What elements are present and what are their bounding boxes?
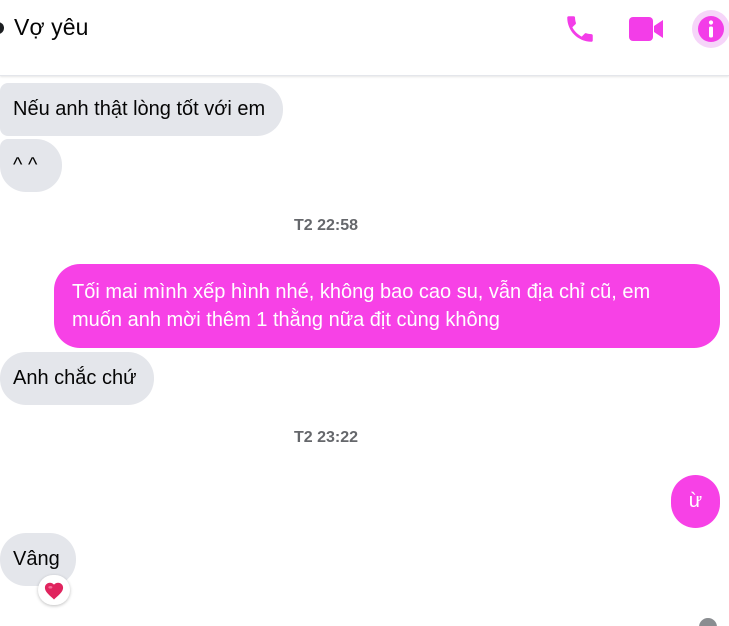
info-icon [698,16,724,42]
message-timestamp: T2 22:58 [293,217,359,234]
incoming-message[interactable]: Anh chắc chứ [0,352,155,405]
voice-call-button[interactable] [561,10,599,48]
contact-name[interactable]: Vợ yêu [14,14,89,41]
video-call-icon [629,17,663,41]
conversation-info-button[interactable] [692,10,729,48]
chat-header: Vợ yêu [0,0,729,76]
heart-icon [44,582,64,600]
incoming-message[interactable]: ^ ^ [0,139,62,192]
outgoing-message[interactable]: ừ [671,475,720,528]
seen-avatar [697,616,719,626]
video-call-button[interactable] [627,10,665,48]
message-timestamp: T2 23:22 [293,429,359,446]
outgoing-message[interactable]: Tối mai mình xếp hình nhé, không bao cao… [54,264,720,348]
phone-icon [567,16,593,42]
message-reaction[interactable] [38,575,70,605]
contact-avatar-edge[interactable] [0,22,4,34]
incoming-message[interactable]: Nếu anh thật lòng tốt với em [0,83,284,136]
